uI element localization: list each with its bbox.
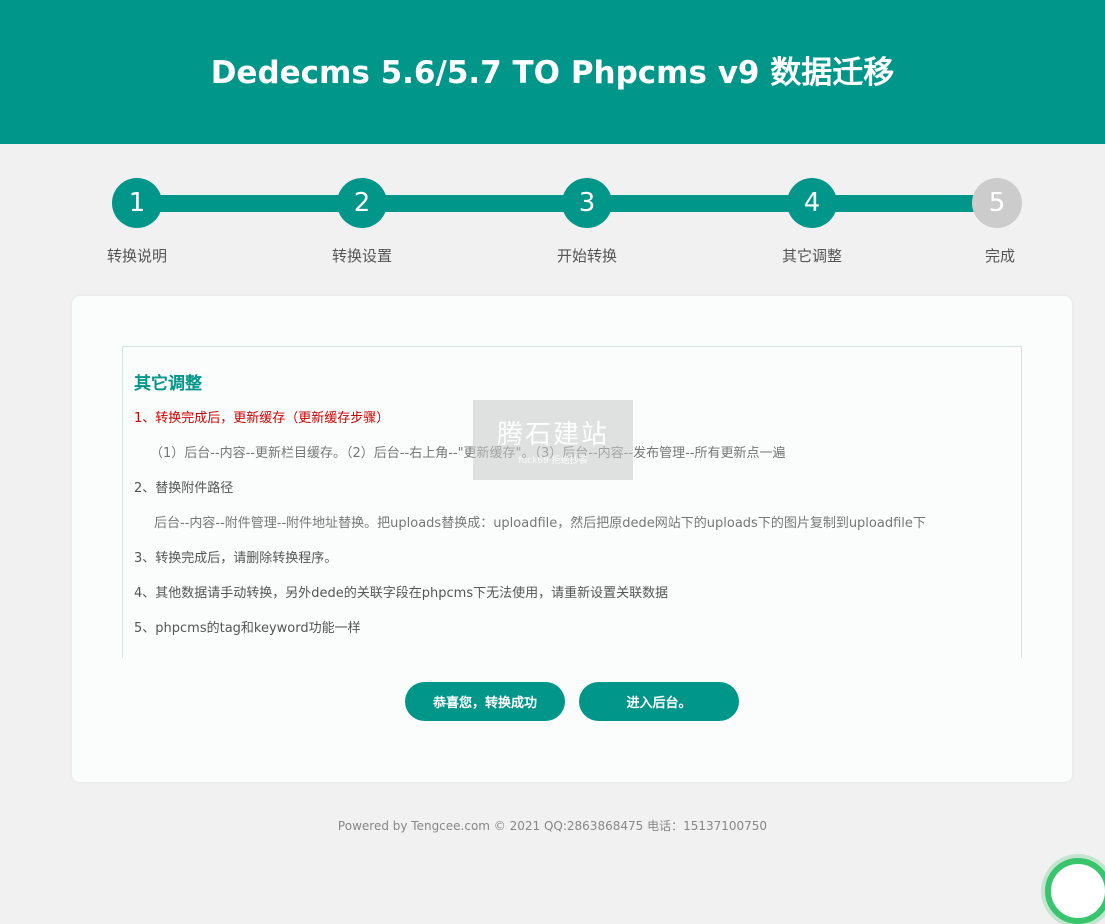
panel-title: 其它调整 [134,374,202,394]
page-title: Dedecms 5.6/5.7 TO Phpcms v9 数据迁移 [210,54,895,91]
watermark-sub: fuck69 拒绝抄袭 [518,456,588,466]
instruction-line-4: 4、其他数据请手动转换，另外dede的关联字段在phpcms下无法使用，请重新设… [134,586,669,601]
step-2-label: 转换设置 [332,247,393,265]
instruction-line-2-detail: 后台--内容--附件管理--附件地址替换。把uploads替换成：uploadf… [154,516,926,531]
step-2-circle: 2 [337,178,387,228]
enter-admin-button[interactable]: 进入后台。 [579,682,739,721]
step-1-circle: 1 [112,178,162,228]
main-card: 其它调整 1、转换完成后，更新缓存（更新缓存步骤） （1）后台--内容--更新栏… [72,296,1072,782]
step-5-circle: 5 [972,178,1022,228]
step-4-label: 其它调整 [782,247,843,265]
step-3-label: 开始转换 [557,247,618,265]
instruction-line-5: 5、phpcms的tag和keyword功能一样 [134,621,361,636]
instruction-line-1: 1、转换完成后，更新缓存（更新缓存步骤） [134,411,390,426]
progress-steps: 1 2 3 4 5 转换说明 转换设置 开始转换 其它调整 完成 [0,178,1105,278]
instruction-line-3: 3、转换完成后，请删除转换程序。 [134,551,338,566]
instruction-line-2: 2、替换附件路径 [134,481,234,496]
footer-text: Powered by Tengcee.com © 2021 QQ:2863868… [337,819,768,833]
watermark-main: 腾石建站 [496,420,609,450]
success-button[interactable]: 恭喜您，转换成功 [405,682,565,721]
watermark: 腾石建站 fuck69 拒绝抄袭 [473,400,633,480]
step-1-label: 转换说明 [107,247,168,265]
step-3-circle: 3 [562,178,612,228]
adjustment-panel: 其它调整 1、转换完成后，更新缓存（更新缓存步骤） （1）后台--内容--更新栏… [122,346,1022,658]
chat-widget-icon[interactable] [1045,858,1105,924]
step-4-circle: 4 [787,178,837,228]
page-header: Dedecms 5.6/5.7 TO Phpcms v9 数据迁移 [0,0,1105,144]
instruction-line-1-detail: （1）后台--内容--更新栏目缓存。（2）后台--右上角--"更新缓存"。（3）… [150,446,786,461]
step-5-label: 完成 [985,247,1016,265]
